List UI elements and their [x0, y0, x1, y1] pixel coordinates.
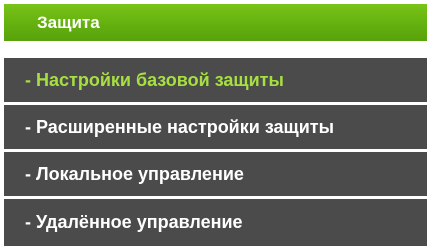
security-menu: Защита - Настройки базовой защиты - Расш…: [0, 0, 427, 246]
menu-item-local-management[interactable]: - Локальное управление: [4, 152, 427, 196]
menu-item-basic-security[interactable]: - Настройки базовой защиты: [4, 58, 427, 102]
menu-item-remote-management[interactable]: - Удалённое управление: [4, 199, 427, 246]
menu-header-security[interactable]: Защита: [4, 4, 427, 41]
menu-item-advanced-security[interactable]: - Расширенные настройки защиты: [4, 105, 427, 149]
